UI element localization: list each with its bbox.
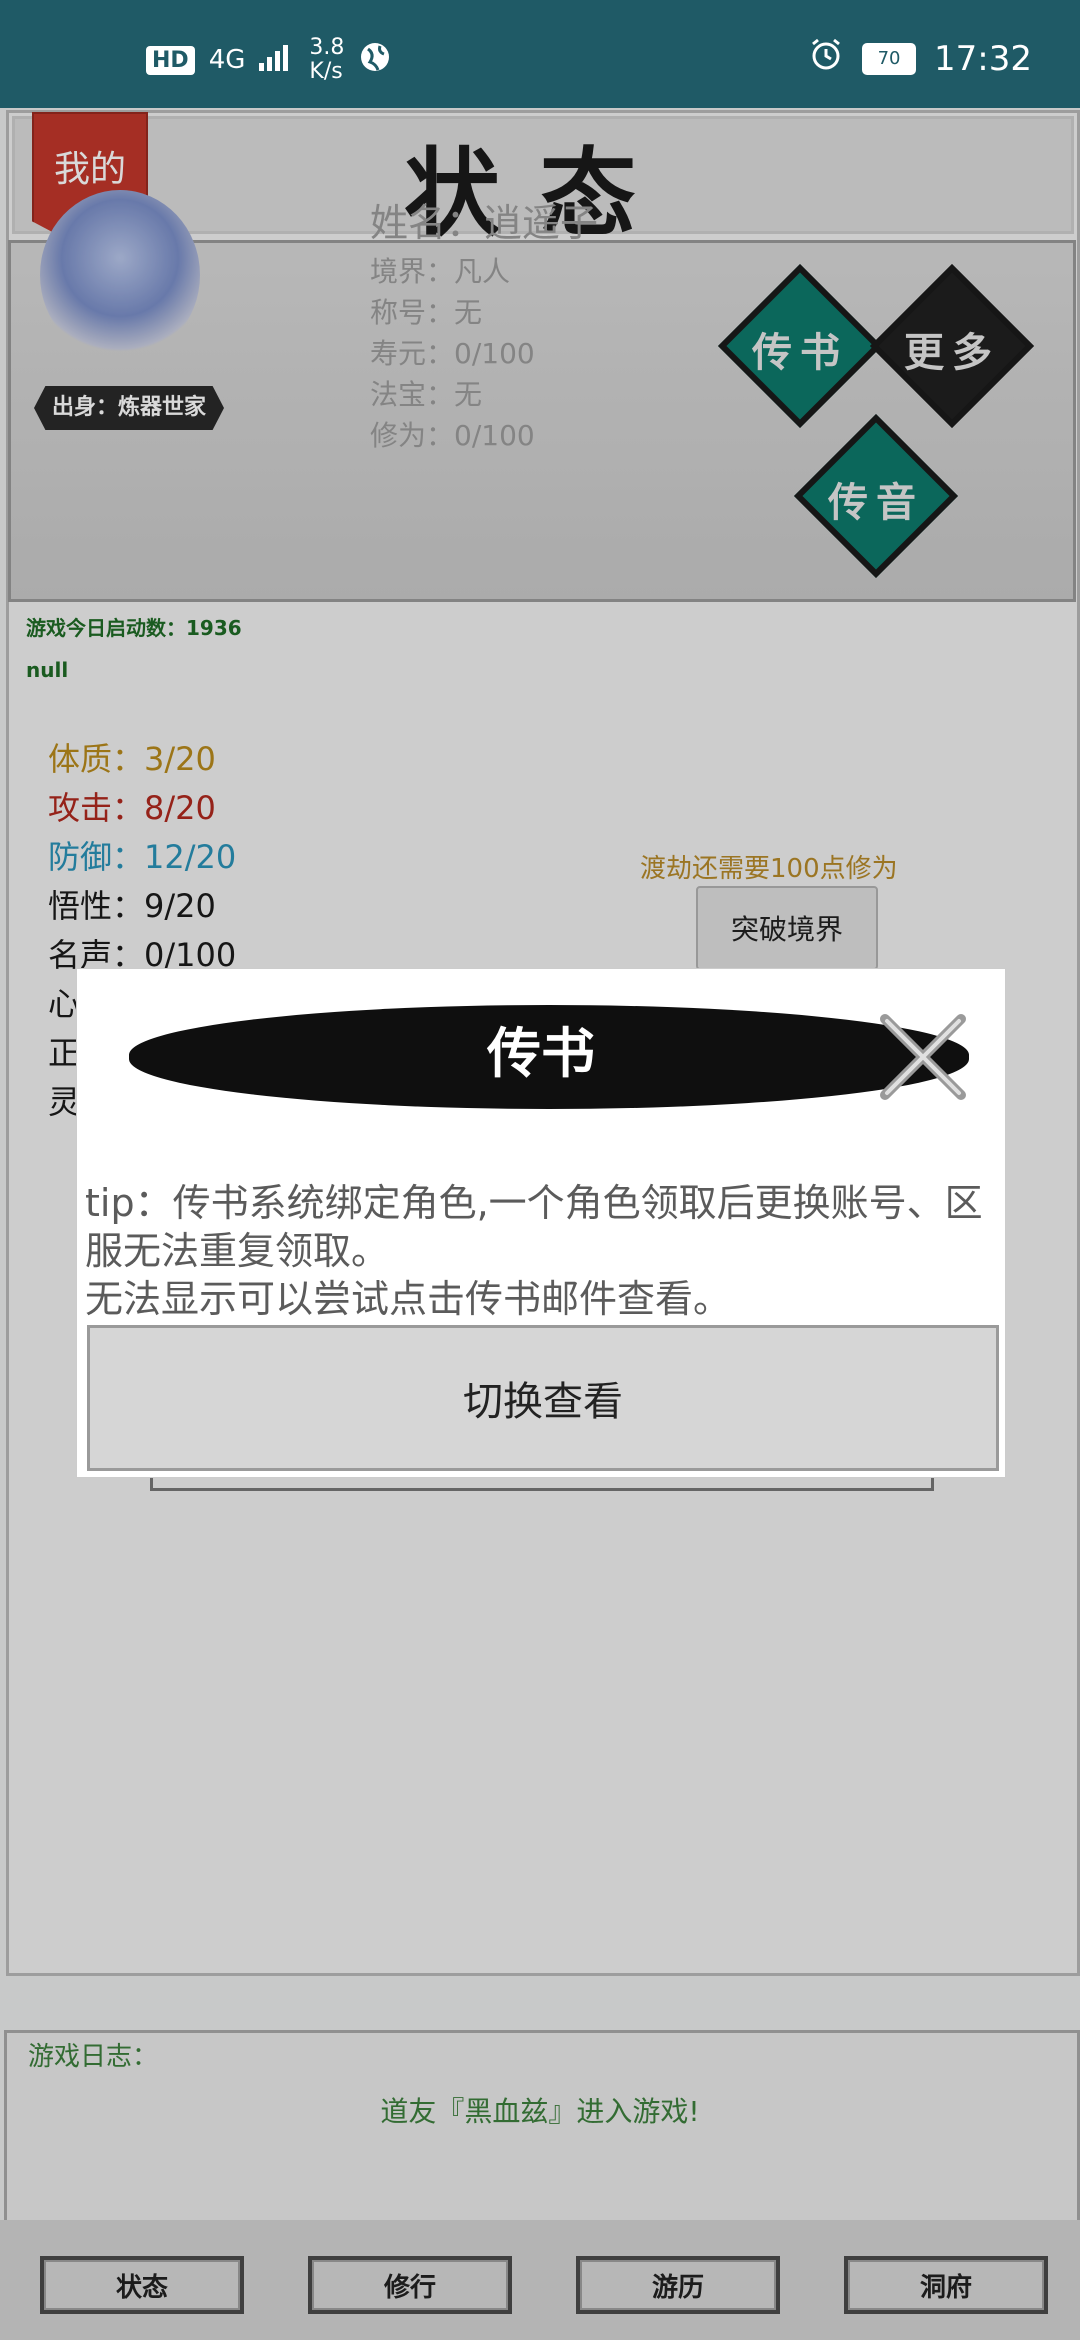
status-bar: HD 4G 3.8 K/s 70 17:32: [0, 0, 1080, 108]
switch-view-button[interactable]: 切换查看: [87, 1325, 999, 1471]
alarm-icon: [808, 36, 844, 81]
dialog-tip-line1: tip：传书系统绑定角色,一个角色领取后更换账号、区服无法重复领取。: [85, 1181, 983, 1273]
status-right: 70 17:32: [808, 36, 1032, 81]
speed-indicator: 3.8 K/s: [309, 36, 344, 84]
dialog-title: 传书: [487, 1022, 595, 1085]
speed-value: 3.8: [309, 35, 345, 60]
hd-indicator: HD: [146, 45, 195, 75]
battery-indicator: 70: [862, 42, 917, 75]
signal-icon: [259, 43, 295, 78]
clock: 17:32: [934, 38, 1032, 79]
network-indicator: 4G: [208, 45, 246, 75]
status-left: HD 4G 3.8 K/s: [146, 36, 392, 84]
dialog-tip-line2: 无法显示可以尝试点击传书邮件查看。: [85, 1277, 732, 1321]
close-icon[interactable]: [873, 1007, 973, 1107]
speed-unit: K/s: [309, 59, 343, 84]
chuanshu-dialog: 传书 tip：传书系统绑定角色,一个角色领取后更换账号、区服无法重复领取。 无法…: [76, 968, 1006, 1478]
dialog-tip: tip：传书系统绑定角色,一个角色领取后更换账号、区服无法重复领取。 无法显示可…: [85, 1179, 997, 1323]
globe-icon: [358, 40, 392, 81]
